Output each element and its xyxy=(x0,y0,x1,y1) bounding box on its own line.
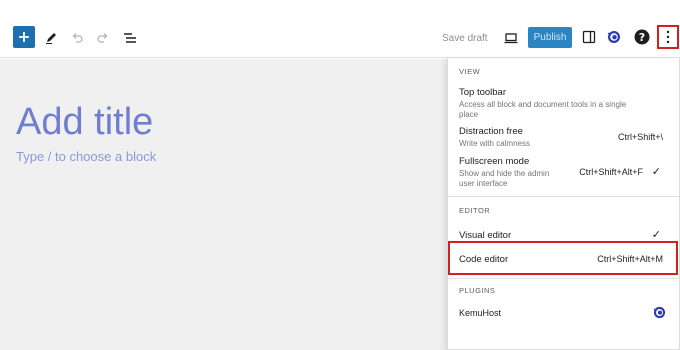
plugins-section-heading: PLUGINS xyxy=(459,286,496,295)
undo-button[interactable] xyxy=(67,28,87,48)
desktop-icon xyxy=(504,33,518,44)
edit-tools-button[interactable] xyxy=(41,28,61,48)
plus-icon xyxy=(19,32,29,42)
sidebar-icon xyxy=(582,30,596,44)
menu-divider xyxy=(448,278,679,279)
keyboard-shortcut: Ctrl+Shift+Alt+M xyxy=(597,254,663,264)
kemuhost-logo-icon xyxy=(653,306,666,319)
redo-button[interactable] xyxy=(93,28,113,48)
save-draft-button[interactable]: Save draft xyxy=(442,29,488,47)
block-placeholder[interactable]: Type / to choose a block xyxy=(16,149,156,164)
post-title-placeholder[interactable]: Add title xyxy=(16,101,153,144)
help-button[interactable]: ? xyxy=(633,28,651,46)
menu-item-description: Access all block and document tools in a… xyxy=(459,100,627,119)
list-view-icon xyxy=(124,33,136,43)
add-block-button[interactable] xyxy=(13,26,35,48)
keyboard-shortcut: Ctrl+Shift+\ xyxy=(617,132,663,142)
menu-item-label: KemuHost xyxy=(459,308,502,318)
menu-divider xyxy=(448,196,679,197)
top-strip xyxy=(0,0,680,18)
redo-icon xyxy=(97,33,108,43)
checkmark-icon: ✓ xyxy=(651,166,661,178)
menu-item-description: Show and hide the admin user interface xyxy=(459,169,550,188)
publish-button[interactable]: Publish xyxy=(528,27,572,48)
pencil-icon xyxy=(46,33,56,44)
svg-text:?: ? xyxy=(639,31,645,44)
editor-toolbar: Save draft Publish ? xyxy=(0,18,680,58)
menu-item-label: Fullscreen mode xyxy=(459,156,530,167)
kebab-menu-icon xyxy=(666,30,670,44)
editor-section-heading: EDITOR xyxy=(459,206,491,215)
menu-item-label: Visual editor xyxy=(459,230,512,241)
settings-panel-button[interactable] xyxy=(580,28,598,46)
options-button[interactable] xyxy=(657,25,679,49)
view-section-heading: VIEW xyxy=(459,67,481,76)
help-icon: ? xyxy=(634,29,650,45)
menu-item-label: Top toolbar xyxy=(459,87,507,98)
document-overview-button[interactable] xyxy=(120,28,140,48)
kemuhost-logo-icon xyxy=(607,31,620,43)
menu-item-label: Code editor xyxy=(459,254,509,265)
preview-button[interactable] xyxy=(501,28,521,48)
kemuhost-plugin-button[interactable] xyxy=(605,28,623,46)
undo-icon xyxy=(72,33,83,43)
menu-item-description: Write with calmness xyxy=(459,139,530,148)
keyboard-shortcut: Ctrl+Shift+Alt+F xyxy=(579,167,643,177)
checkmark-icon: ✓ xyxy=(651,229,661,241)
menu-item-label: Distraction free xyxy=(459,126,523,137)
options-dropdown-menu: VIEW Top toolbar Access all block and do… xyxy=(447,58,680,350)
